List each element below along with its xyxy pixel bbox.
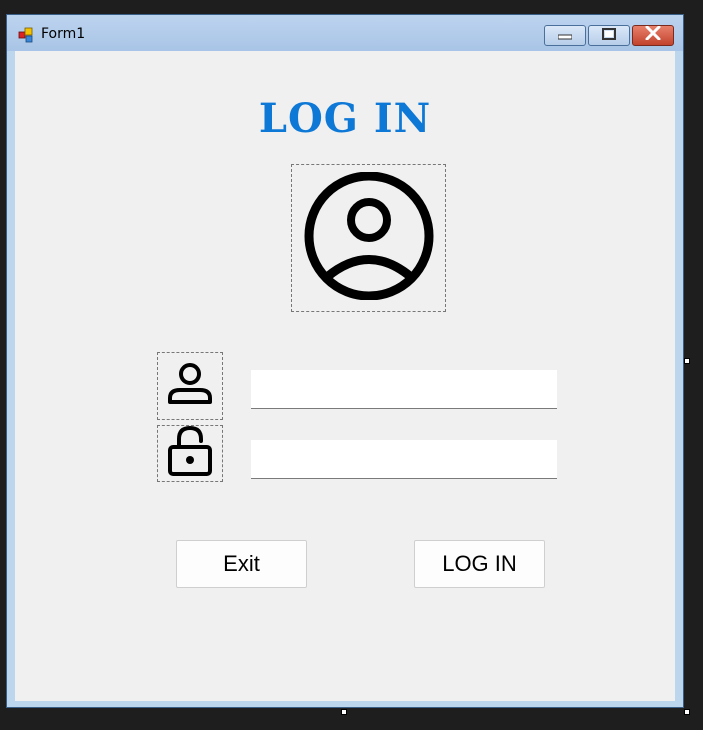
password-picture-box (157, 425, 223, 482)
user-circle-icon (303, 171, 435, 305)
user-icon (166, 360, 214, 413)
page-title: LOG IN (258, 95, 432, 142)
maximize-button[interactable] (588, 25, 630, 46)
minimize-icon (557, 27, 573, 45)
app-icon (18, 27, 34, 43)
form-client-area: LOG IN Exit LOG IN (15, 51, 675, 701)
designer-canvas: Form1 LOG IN Exit LOG IN (0, 0, 703, 730)
minimize-button[interactable] (544, 25, 586, 46)
close-icon (645, 25, 661, 45)
resize-handle-corner[interactable] (684, 709, 690, 715)
close-button[interactable] (632, 25, 674, 46)
exit-button[interactable]: Exit (176, 540, 307, 588)
lock-icon (167, 425, 213, 482)
window-title: Form1 (41, 26, 86, 42)
username-picture-box (157, 352, 223, 420)
resize-handle-bottom[interactable] (341, 709, 347, 715)
resize-handle-right[interactable] (684, 358, 690, 364)
login-button[interactable]: LOG IN (414, 540, 545, 588)
maximize-icon (602, 27, 616, 45)
username-input[interactable] (251, 370, 557, 409)
title-bar[interactable]: Form1 (7, 15, 683, 51)
avatar-picture-box (291, 164, 446, 312)
password-input[interactable] (251, 440, 557, 479)
form-window: Form1 LOG IN Exit LOG IN (6, 14, 684, 708)
